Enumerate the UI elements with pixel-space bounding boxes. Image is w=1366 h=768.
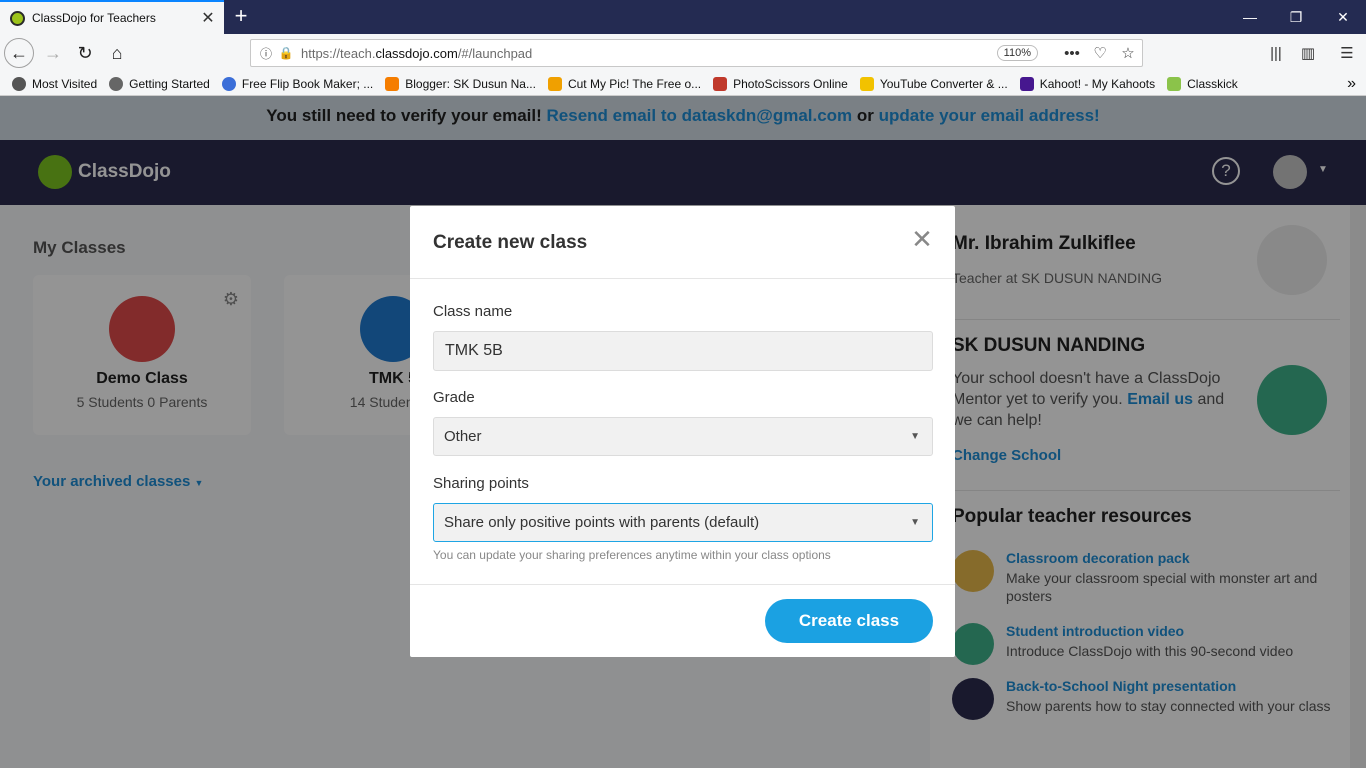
sharing-hint: You can update your sharing preferences …: [433, 548, 831, 562]
forward-button[interactable]: →: [38, 38, 68, 68]
tab-close-icon[interactable]: ✕: [198, 8, 218, 28]
sidebar-toggle-icon[interactable]: ▥: [1293, 38, 1323, 68]
browser-tab[interactable]: ClassDojo for Teachers ✕: [0, 0, 224, 34]
zoom-level[interactable]: 110%: [996, 45, 1038, 61]
create-class-button[interactable]: Create class: [765, 599, 933, 643]
lock-icon[interactable]: 🔒: [277, 46, 295, 60]
page-actions-icon[interactable]: •••: [1058, 45, 1086, 62]
create-class-modal: Create new class ✕ Class name TMK 5B Gra…: [410, 206, 955, 657]
address-bar[interactable]: ⓘ 🔒 https://teach.classdojo.com/#/launch…: [250, 39, 1143, 67]
bookmark-flip-book[interactable]: Free Flip Book Maker; ...: [221, 76, 373, 91]
close-icon[interactable]: ✕: [910, 226, 934, 252]
classdojo-favicon-icon: [10, 10, 25, 26]
globe-icon: [109, 76, 124, 91]
gear-icon: [12, 76, 26, 91]
reload-button[interactable]: ↻: [70, 38, 100, 68]
info-icon[interactable]: ⓘ: [255, 45, 277, 62]
new-tab-button[interactable]: +: [229, 3, 253, 31]
chevron-down-icon: ▼: [910, 431, 920, 442]
modal-title: Create new class: [433, 232, 588, 253]
folder-icon: [859, 76, 874, 91]
class-name-input[interactable]: TMK 5B: [433, 331, 933, 371]
bookmark-getting-started[interactable]: Getting Started: [109, 76, 210, 91]
more-bookmarks-icon[interactable]: »: [1347, 75, 1356, 93]
scissors-icon: [713, 76, 728, 91]
bookmark-star-icon[interactable]: ☆: [1114, 44, 1142, 62]
grade-select[interactable]: Other ▼: [433, 417, 933, 456]
bookmark-photoscissors[interactable]: PhotoScissors Online: [713, 76, 848, 91]
y-icon: [547, 76, 562, 91]
library-icon[interactable]: |||: [1261, 38, 1291, 68]
browser-navbar: ← → ↻ ⌂ ⓘ 🔒 https://teach.classdojo.com/…: [0, 34, 1366, 72]
bookmarks-toolbar: Most Visited Getting Started Free Flip B…: [0, 72, 1366, 96]
sharing-points-select[interactable]: Share only positive points with parents …: [433, 503, 933, 542]
bookmark-kahoot[interactable]: Kahoot! - My Kahoots: [1019, 76, 1155, 91]
url-text[interactable]: https://teach.classdojo.com/#/launchpad: [301, 46, 997, 61]
classkick-icon: [1167, 76, 1182, 91]
bookmark-youtube-converter[interactable]: YouTube Converter & ...: [859, 76, 1008, 91]
bookmark-cut-my-pic[interactable]: Cut My Pic! The Free o...: [547, 76, 701, 91]
bookmark-classkick[interactable]: Classkick: [1167, 76, 1238, 91]
class-name-label: Class name: [433, 303, 513, 320]
kahoot-icon: [1019, 76, 1034, 91]
modal-footer-divider: [410, 584, 955, 585]
menu-icon[interactable]: ☰: [1332, 38, 1362, 68]
bookmark-blogger[interactable]: Blogger: SK Dusun Na...: [385, 76, 536, 91]
grade-label: Grade: [433, 389, 475, 406]
tab-title: ClassDojo for Teachers: [32, 11, 156, 25]
bookmark-most-visited[interactable]: Most Visited: [12, 76, 97, 91]
pocket-icon[interactable]: ♡: [1086, 44, 1114, 62]
sharing-points-label: Sharing points: [433, 475, 529, 492]
back-button[interactable]: ←: [4, 38, 34, 68]
blogger-icon: [385, 76, 400, 91]
search-icon: [221, 76, 236, 91]
home-button[interactable]: ⌂: [102, 38, 132, 68]
browser-titlebar: ClassDojo for Teachers ✕ + — ❐ ✕: [0, 0, 1366, 34]
restore-icon[interactable]: ❐: [1273, 0, 1319, 34]
modal-header: Create new class ✕: [410, 206, 955, 279]
minimize-icon[interactable]: —: [1227, 0, 1273, 34]
chevron-down-icon: ▼: [910, 517, 920, 528]
window-close-icon[interactable]: ✕: [1320, 0, 1366, 34]
